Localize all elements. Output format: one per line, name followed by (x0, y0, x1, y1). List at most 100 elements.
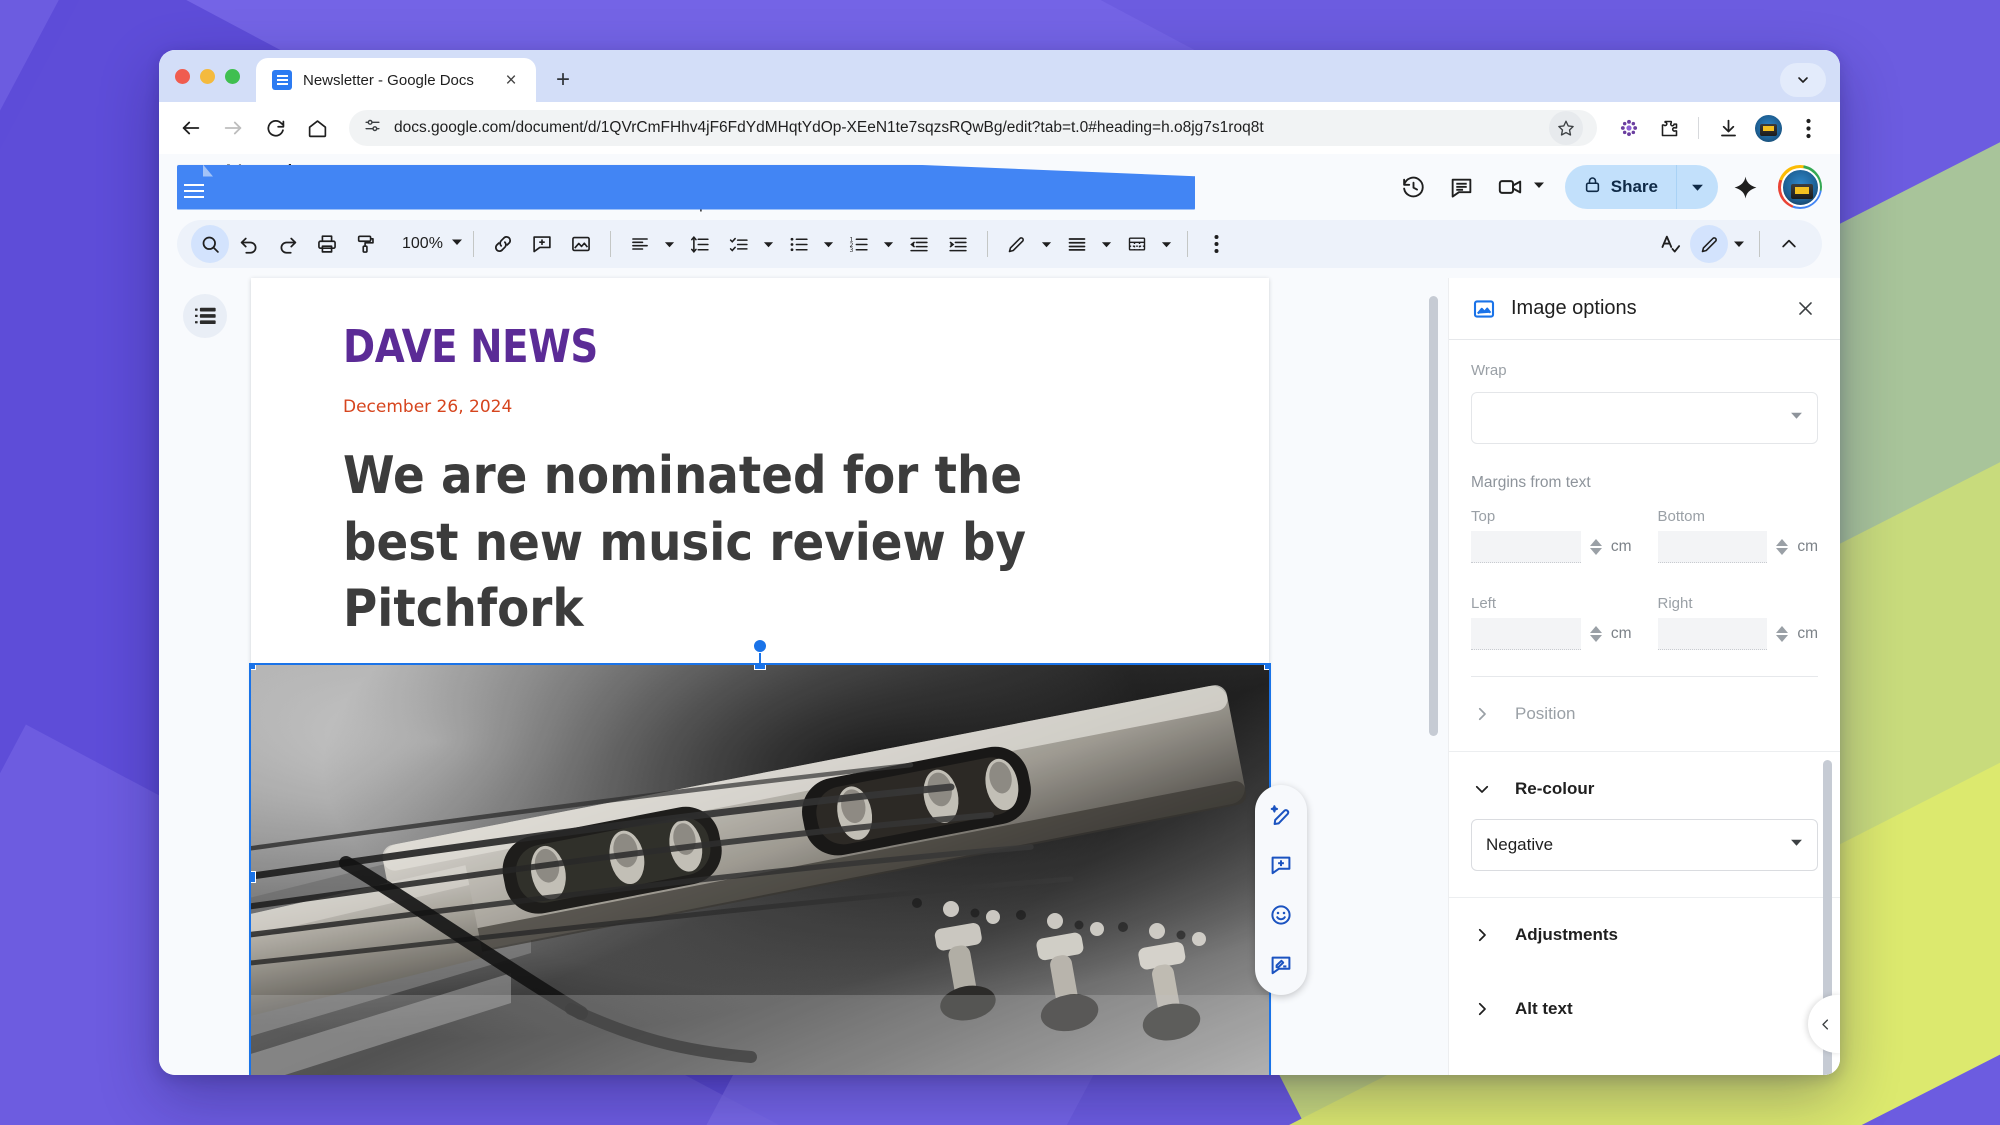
extension-colorful-icon[interactable] (1611, 110, 1647, 146)
forward-button[interactable] (215, 110, 251, 146)
paint-format-icon[interactable] (347, 225, 385, 263)
chevron-down-icon[interactable] (1729, 225, 1749, 263)
stepper-icon[interactable] (1776, 539, 1788, 555)
maximize-window-button[interactable] (225, 69, 240, 84)
align-icon[interactable] (621, 225, 659, 263)
margin-left-input[interactable] (1471, 618, 1581, 650)
document-image[interactable] (251, 665, 1269, 1075)
home-button[interactable] (299, 110, 335, 146)
stepper-icon[interactable] (1590, 539, 1602, 555)
puzzle-extension-icon[interactable] (1651, 110, 1687, 146)
margin-top-input[interactable] (1471, 531, 1581, 563)
increase-indent-icon[interactable] (939, 225, 977, 263)
resize-handle-top-center[interactable] (754, 665, 766, 670)
editing-mode-pen-icon[interactable] (1690, 225, 1728, 263)
adjustments-section[interactable]: Adjustments (1449, 898, 1840, 972)
print-icon[interactable] (308, 225, 346, 263)
browser-profile-avatar[interactable] (1750, 110, 1786, 146)
chevron-down-icon[interactable] (660, 225, 680, 263)
share-button[interactable]: Share (1565, 165, 1718, 209)
position-section[interactable]: Position (1449, 677, 1840, 751)
share-label: Share (1611, 177, 1658, 197)
document-page[interactable]: DAVE NEWS December 26, 2024 We are nomin… (251, 278, 1269, 1075)
image-anchor-handle[interactable] (753, 639, 767, 665)
meet-button[interactable] (1489, 166, 1551, 208)
google-docs-app: Newsletter File Edit View Insert (159, 154, 1840, 1075)
bookmark-star-icon[interactable] (1549, 111, 1583, 145)
chevron-down-icon[interactable] (451, 235, 463, 253)
chevron-down-icon[interactable] (759, 225, 779, 263)
numbered-list-icon[interactable]: 123 (840, 225, 878, 263)
resize-handle-middle-left[interactable] (251, 871, 256, 883)
document-outline-icon[interactable] (183, 294, 227, 338)
resize-handle-top-right[interactable] (1264, 665, 1269, 670)
gemini-sparkle-icon[interactable] (1724, 166, 1766, 208)
document-scrollbar[interactable] (1429, 296, 1438, 736)
emoji-reaction-icon[interactable] (1261, 895, 1301, 935)
stepper-icon[interactable] (1590, 626, 1602, 642)
insert-image-icon[interactable] (562, 225, 600, 263)
more-options-icon[interactable] (1198, 225, 1236, 263)
recolour-section[interactable]: Re-colour (1449, 752, 1840, 806)
video-camera-icon[interactable] (1489, 166, 1531, 208)
alt-text-section[interactable]: Alt text (1449, 972, 1840, 1046)
margin-right-label: Right (1658, 595, 1819, 612)
site-settings-icon[interactable] (363, 116, 382, 140)
window-controls (175, 50, 256, 102)
table-icon[interactable] (1118, 225, 1156, 263)
chevron-down-icon[interactable] (1097, 225, 1117, 263)
address-bar[interactable]: docs.google.com/document/d/1QVrCmFHhv4jF… (349, 110, 1597, 146)
insert-link-icon[interactable] (484, 225, 522, 263)
recolour-select[interactable]: Negative (1471, 819, 1818, 871)
comments-icon[interactable] (1441, 166, 1483, 208)
chevron-down-icon[interactable] (879, 225, 899, 263)
add-comment-icon[interactable] (1261, 845, 1301, 885)
decrease-indent-icon[interactable] (900, 225, 938, 263)
zoom-control[interactable]: 100% (386, 235, 463, 253)
add-comment-icon[interactable] (523, 225, 561, 263)
close-tab-button[interactable]: × (498, 67, 524, 93)
minimize-window-button[interactable] (200, 69, 215, 84)
margin-bottom-input[interactable] (1658, 531, 1768, 563)
wrap-label: Wrap (1471, 362, 1818, 379)
google-docs-favicon (272, 70, 292, 90)
chevron-right-icon (1471, 998, 1493, 1020)
margin-top-field: Top cm (1471, 508, 1632, 563)
tab-search-chevron-button[interactable] (1780, 63, 1826, 97)
wrap-select[interactable] (1471, 392, 1818, 444)
download-icon[interactable] (1710, 110, 1746, 146)
version-history-icon[interactable] (1393, 166, 1435, 208)
magic-edit-icon[interactable] (1261, 795, 1301, 835)
chevron-down-icon (1790, 836, 1803, 854)
undo-icon[interactable] (230, 225, 268, 263)
back-button[interactable] (173, 110, 209, 146)
margins-group-label: Margins from text (1471, 474, 1818, 492)
share-dropdown-caret[interactable] (1677, 181, 1718, 194)
chevron-down-icon[interactable] (1037, 225, 1057, 263)
pen-icon[interactable] (998, 225, 1036, 263)
chevron-down-icon[interactable] (1157, 225, 1177, 263)
browser-menu-icon[interactable] (1790, 110, 1826, 146)
reload-button[interactable] (257, 110, 293, 146)
margin-right-field: Right cm (1658, 595, 1819, 650)
line-spacing-icon[interactable] (681, 225, 719, 263)
chevron-down-icon[interactable] (819, 225, 839, 263)
chevron-down-icon[interactable] (1533, 178, 1545, 196)
suggest-edit-icon[interactable] (1261, 945, 1301, 985)
user-avatar[interactable] (1778, 165, 1822, 209)
browser-tab[interactable]: Newsletter - Google Docs × (256, 58, 536, 102)
search-icon[interactable] (191, 225, 229, 263)
close-window-button[interactable] (175, 69, 190, 84)
resize-handle-top-left[interactable] (251, 665, 256, 670)
margin-right-input[interactable] (1658, 618, 1768, 650)
stepper-icon[interactable] (1776, 626, 1788, 642)
google-docs-logo[interactable] (177, 165, 213, 210)
borders-icon[interactable] (1058, 225, 1096, 263)
new-tab-button[interactable]: + (546, 63, 580, 97)
close-icon[interactable] (1788, 292, 1822, 326)
bulleted-list-icon[interactable] (780, 225, 818, 263)
collapse-toolbar-icon[interactable] (1770, 225, 1808, 263)
spelling-check-icon[interactable] (1651, 225, 1689, 263)
checklist-icon[interactable] (720, 225, 758, 263)
redo-icon[interactable] (269, 225, 307, 263)
